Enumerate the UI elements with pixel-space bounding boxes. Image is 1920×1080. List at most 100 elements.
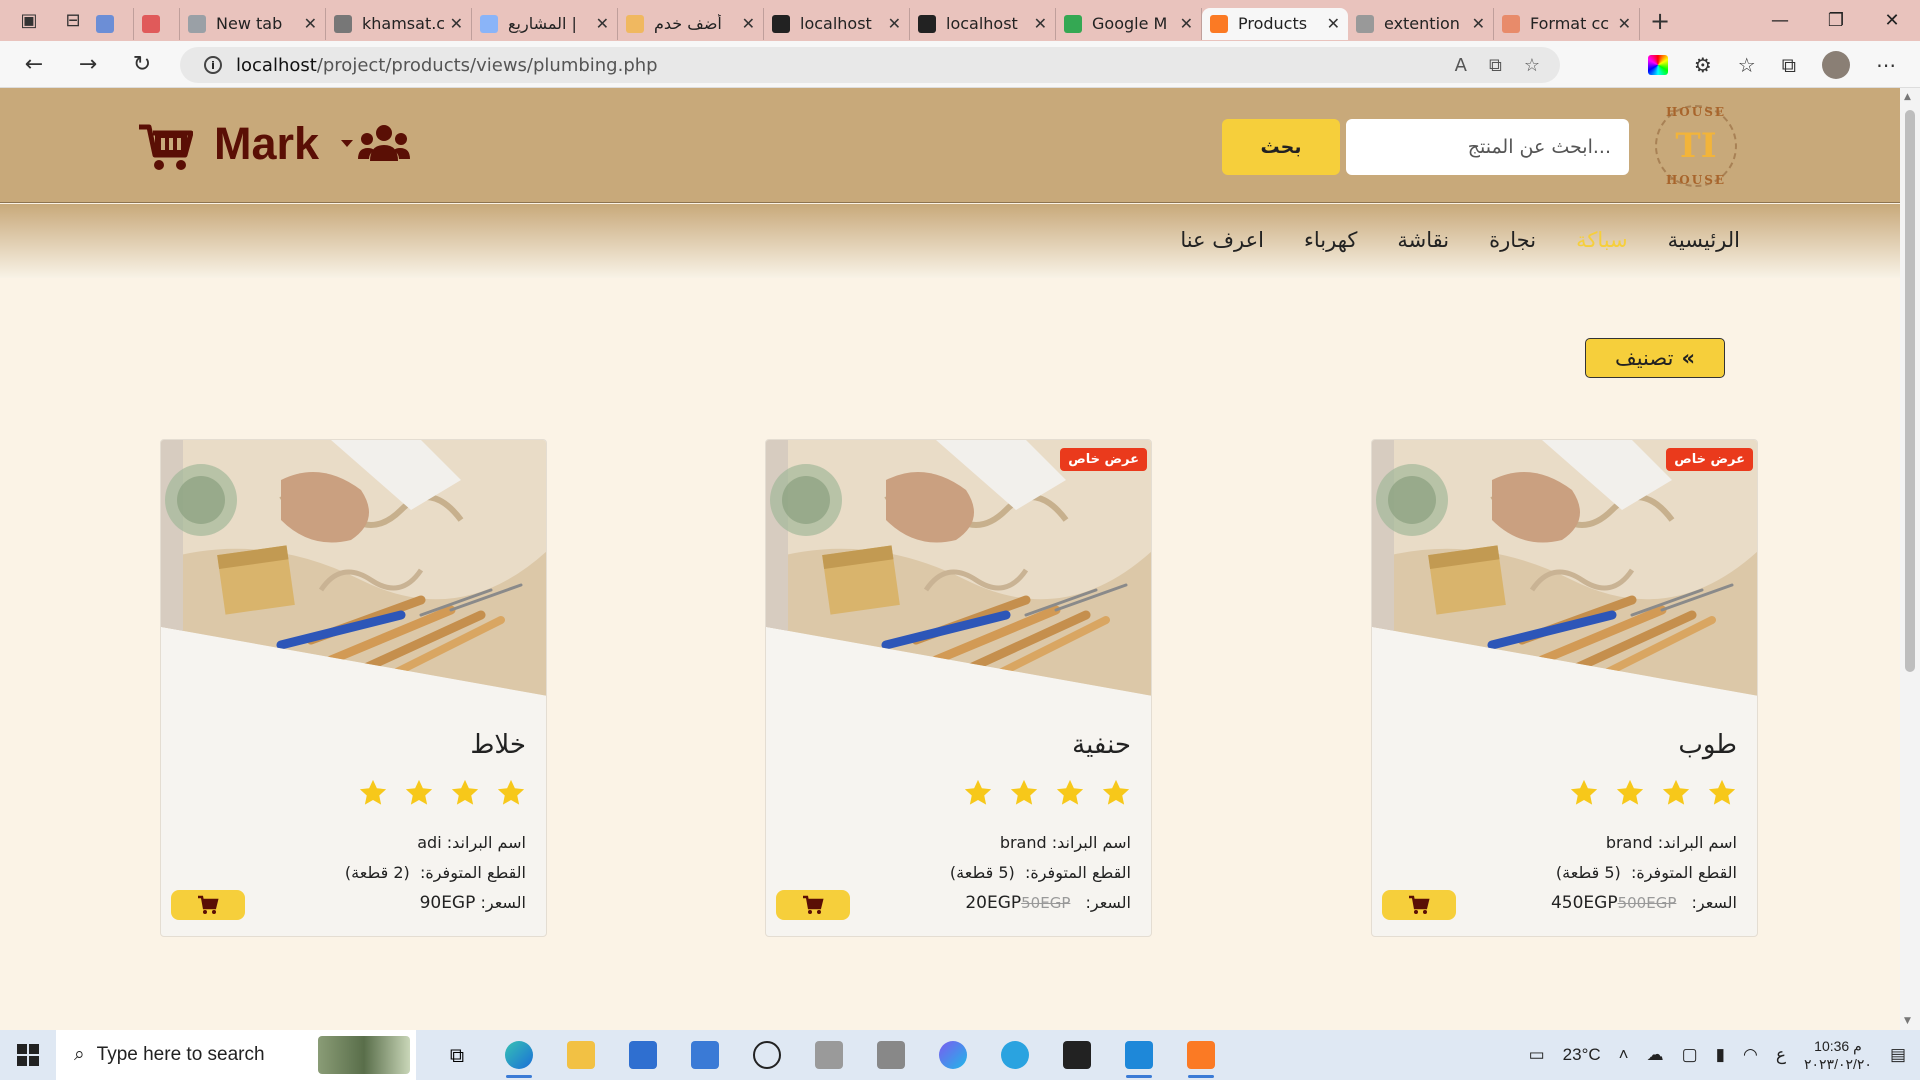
refresh-icon[interactable]: ↻: [122, 44, 162, 84]
stock-label: القطع المتوفرة:: [419, 863, 526, 882]
minimize-button[interactable]: —: [1752, 0, 1808, 41]
browser-tab[interactable]: أضف خدم ✕: [618, 7, 764, 40]
browser-tab[interactable]: [134, 7, 180, 40]
browser-tab[interactable]: [88, 7, 134, 40]
windows-start-icon[interactable]: [0, 1030, 56, 1080]
taskbar-search[interactable]: ⌕ Type here to search: [56, 1030, 416, 1080]
url-field[interactable]: i localhost /project/products/views/plum…: [180, 47, 1560, 83]
vscode-icon[interactable]: [1108, 1030, 1170, 1080]
product-search-input[interactable]: [1346, 119, 1629, 175]
more-menu-icon[interactable]: ⋯: [1876, 53, 1896, 77]
nav-item[interactable]: الرئيسية: [1668, 228, 1740, 252]
weather-icon[interactable]: ▭: [1529, 1045, 1545, 1065]
nav-item[interactable]: كهرباء: [1304, 228, 1357, 252]
close-tab-icon[interactable]: ✕: [450, 14, 463, 33]
terminal-icon[interactable]: [1046, 1030, 1108, 1080]
app-m-icon[interactable]: [860, 1030, 922, 1080]
add-to-cart-button[interactable]: [776, 890, 850, 920]
star-icon: [1010, 779, 1038, 805]
close-tab-icon[interactable]: ✕: [1327, 14, 1340, 33]
product-name[interactable]: طوب: [1678, 730, 1737, 760]
close-window-button[interactable]: ✕: [1864, 0, 1920, 41]
temperature[interactable]: 23°C: [1563, 1045, 1601, 1065]
restore-button[interactable]: ❐: [1808, 0, 1864, 41]
read-aloud-icon[interactable]: A: [1455, 55, 1467, 76]
wifi-icon[interactable]: ◠: [1743, 1045, 1758, 1065]
collections-icon[interactable]: ⧉: [1782, 53, 1796, 77]
browser-tab[interactable]: localhost ✕: [764, 7, 910, 40]
scrollbar-thumb[interactable]: [1905, 110, 1915, 672]
clock[interactable]: 10:36 م ٢٠٢٣/٠٢/٢٠: [1804, 1037, 1872, 1073]
profile-avatar[interactable]: [1822, 50, 1850, 79]
users-group-icon[interactable]: [358, 123, 410, 167]
scroll-up-icon[interactable]: ▲: [1904, 92, 1911, 102]
favorite-star-icon[interactable]: ☆: [1524, 55, 1540, 76]
page-scrollbar[interactable]: ▲ ▼: [1900, 88, 1920, 1030]
new-tab-button[interactable]: +: [1650, 7, 1670, 35]
product-card[interactable]: عرض خاص طوب اسم البراند: brand القطع المتوف…: [1371, 439, 1758, 937]
nav-item[interactable]: سباكة: [1576, 228, 1628, 252]
close-tab-icon[interactable]: ✕: [1618, 14, 1631, 33]
product-card[interactable]: خلاط اسم البراند: adi القطع المتوفرة: (2 ق…: [160, 439, 547, 937]
site-info-icon[interactable]: i: [204, 56, 222, 74]
back-icon[interactable]: ←: [14, 44, 54, 84]
house-logo[interactable]: HOUSE TI HOUSE: [1655, 105, 1737, 187]
shopping-cart-icon[interactable]: [137, 121, 193, 173]
mail-icon[interactable]: [674, 1030, 736, 1080]
close-tab-icon[interactable]: ✕: [596, 14, 609, 33]
edge-browser-icon[interactable]: [488, 1030, 550, 1080]
chevron-down-icon[interactable]: [341, 140, 353, 147]
close-tab-icon[interactable]: ✕: [1034, 14, 1047, 33]
file-explorer-icon[interactable]: [550, 1030, 612, 1080]
browser-tab[interactable]: Google M ✕: [1056, 7, 1202, 40]
browser-tab[interactable]: Products ✕: [1202, 7, 1348, 40]
forward-icon[interactable]: →: [68, 44, 108, 84]
browser-tab[interactable]: extention ✕: [1348, 7, 1494, 40]
product-image-frame[interactable]: [1372, 440, 1757, 696]
device-icon[interactable]: ▢: [1682, 1045, 1698, 1065]
tab-actions-icon[interactable]: ▣: [14, 6, 44, 36]
classify-button[interactable]: تصنيف «: [1585, 338, 1725, 378]
copilot-icon[interactable]: [922, 1030, 984, 1080]
browser-tab[interactable]: localhost ✕: [910, 7, 1056, 40]
product-name[interactable]: خلاط: [470, 730, 526, 760]
dell-icon[interactable]: [736, 1030, 798, 1080]
telegram-icon[interactable]: [984, 1030, 1046, 1080]
task-view-icon[interactable]: ⧉: [426, 1030, 488, 1080]
url-host: localhost: [236, 54, 317, 76]
browser-tab[interactable]: المشاريع | ✕: [472, 7, 618, 40]
tray-chevron-up-icon[interactable]: ˄: [1619, 1045, 1629, 1065]
search-button[interactable]: بحث: [1222, 119, 1340, 175]
extensions-icon[interactable]: ⚙: [1694, 53, 1712, 77]
browser-tab[interactable]: khamsat.c ✕: [326, 7, 472, 40]
add-to-cart-button[interactable]: [1382, 890, 1456, 920]
notifications-icon[interactable]: ▤: [1890, 1045, 1906, 1065]
nav-item[interactable]: اعرف عنا: [1180, 228, 1264, 252]
close-tab-icon[interactable]: ✕: [1472, 14, 1485, 33]
store-icon[interactable]: [612, 1030, 674, 1080]
nav-item[interactable]: نجارة: [1489, 228, 1536, 252]
user-name[interactable]: Mark: [214, 118, 319, 170]
product-image-frame[interactable]: [161, 440, 546, 696]
product-name[interactable]: حنفية: [1072, 730, 1131, 760]
battery-icon[interactable]: ▮: [1716, 1045, 1725, 1065]
nav-item[interactable]: نقاشة: [1397, 228, 1449, 252]
browser-tab[interactable]: New tab ✕: [180, 7, 326, 40]
close-tab-icon[interactable]: ✕: [888, 14, 901, 33]
workspaces-icon[interactable]: ⊟: [58, 6, 88, 36]
scroll-down-icon[interactable]: ▼: [1904, 1016, 1911, 1026]
product-image-frame[interactable]: [766, 440, 1151, 696]
add-to-cart-button[interactable]: [171, 890, 245, 920]
close-tab-icon[interactable]: ✕: [1180, 14, 1193, 33]
favorites-icon[interactable]: ☆: [1738, 53, 1756, 77]
product-card[interactable]: عرض خاص حنفية اسم البراند: brand القطع المت…: [765, 439, 1152, 937]
onedrive-icon[interactable]: ☁: [1647, 1045, 1664, 1065]
browser-tab[interactable]: Format cc ✕: [1494, 7, 1640, 40]
language-indicator[interactable]: ع: [1776, 1045, 1786, 1065]
xampp-icon[interactable]: [1170, 1030, 1232, 1080]
app-available-icon[interactable]: ⧉: [1489, 55, 1502, 76]
close-tab-icon[interactable]: ✕: [304, 14, 317, 33]
app-y-icon[interactable]: [798, 1030, 860, 1080]
close-tab-icon[interactable]: ✕: [742, 14, 755, 33]
color-extension-icon[interactable]: [1647, 54, 1668, 75]
